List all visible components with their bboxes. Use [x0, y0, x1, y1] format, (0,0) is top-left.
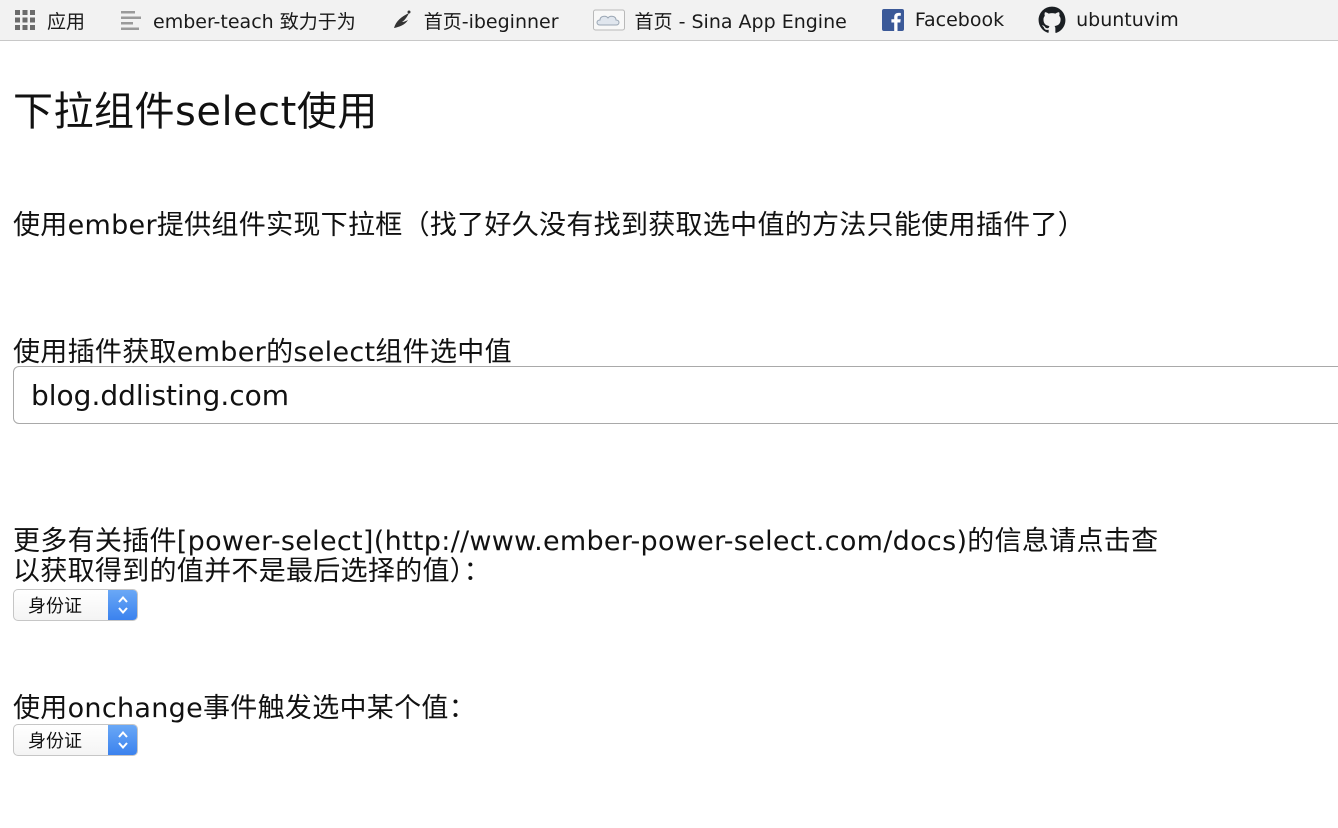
- facebook-icon: [881, 8, 905, 32]
- select-value: 身份证: [28, 596, 82, 617]
- bookmark-label: ember-teach 致力于为: [153, 10, 356, 33]
- up-down-arrows-icon: [108, 590, 137, 620]
- page-title: 下拉组件select使用: [13, 89, 378, 135]
- onchange-id-type-select[interactable]: 身份证: [13, 724, 138, 756]
- bookmark-facebook[interactable]: Facebook: [881, 0, 1004, 40]
- id-type-select[interactable]: 身份证: [13, 589, 138, 621]
- bookmark-sina-app-engine[interactable]: 首页 - Sina App Engine: [592, 0, 847, 40]
- more-info-text-line2: 以获取得到的值并不是最后选择的值）：: [13, 556, 491, 587]
- intro-text: 使用ember提供组件实现下拉框（找了好久没有找到获取选中值的方法只能使用插件了…: [13, 210, 1086, 241]
- bookmark-apps[interactable]: 应用: [13, 0, 85, 40]
- github-icon: [1038, 6, 1066, 34]
- apps-grid-icon: [13, 8, 37, 32]
- bookmark-ember-teach[interactable]: ember-teach 致力于为: [119, 0, 356, 40]
- bookmarks-bar: 应用 ember-teach 致力于为 首页-ibeginner 首页 - Si…: [0, 0, 1338, 41]
- cloud-icon: [592, 8, 625, 32]
- plugin-value-input[interactable]: [13, 366, 1338, 424]
- onchange-heading: 使用onchange事件触发选中某个值：: [13, 693, 476, 724]
- bookmark-ibeginner[interactable]: 首页-ibeginner: [390, 0, 559, 40]
- bookmark-label: 应用: [47, 10, 86, 33]
- plugin-heading: 使用插件获取ember的select组件选中值: [13, 337, 512, 368]
- select-value: 身份证: [28, 731, 82, 752]
- document-list-icon: [119, 8, 143, 32]
- bookmark-label: ubuntuvim: [1076, 9, 1179, 31]
- bookmark-label: Facebook: [914, 9, 1005, 31]
- bookmark-ubuntuvim[interactable]: ubuntuvim: [1038, 0, 1179, 40]
- bookmark-label: 首页-ibeginner: [423, 10, 559, 33]
- up-down-arrows-icon: [108, 725, 137, 755]
- bird-logo-icon: [390, 8, 414, 32]
- bookmark-label: 首页 - Sina App Engine: [634, 10, 847, 33]
